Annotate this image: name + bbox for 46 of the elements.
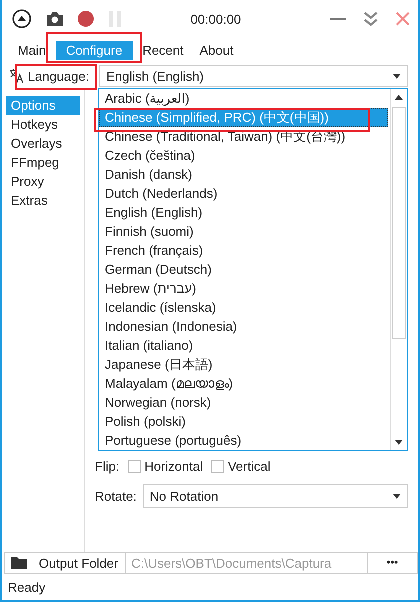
scroll-thumb[interactable] [392,107,406,339]
language-label: Language: [28,68,90,84]
language-option[interactable]: Norwegian (norsk) [99,393,388,412]
checkbox-label: Vertical [228,458,271,474]
caret-icon[interactable] [393,74,401,78]
tab[interactable]: Main [12,40,52,60]
sidebar-item[interactable]: Proxy [6,172,80,191]
double-chevron-icon[interactable] [364,11,378,27]
rotate-dropdown[interactable]: No Rotation [142,484,408,508]
language-option[interactable]: English (English) [99,203,388,222]
record-icon[interactable] [78,11,94,27]
tab[interactable]: About [194,40,240,60]
checkbox-label: Horizontal [144,458,204,474]
checkbox[interactable] [128,460,141,472]
language-option[interactable]: Finnish (suomi) [99,222,388,241]
scroll-down-icon[interactable] [395,440,403,444]
language-option[interactable]: Italian (italiano) [99,336,388,355]
sidebar-item[interactable]: Extras [6,191,80,210]
language-option[interactable]: German (Deutsch) [99,260,388,279]
timer: 00:00:00 [190,12,242,26]
checkbox[interactable] [211,460,224,472]
rotate-label: Rotate: [95,488,137,504]
language-option[interactable]: Czech (čeština) [99,146,388,165]
scroll-up-icon[interactable] [395,94,403,100]
language-option[interactable]: Danish (dansk) [99,165,388,184]
language-option[interactable]: Hebrew (עברית) [99,279,388,298]
sidebar-item[interactable]: FFmpeg [6,153,80,172]
language-option[interactable]: Dutch (Nederlands) [99,184,388,203]
language-option[interactable]: Polish (polski) [99,412,388,431]
sidebar-item[interactable]: Hotkeys [6,115,80,134]
tab[interactable]: Recent [136,40,190,60]
caret-icon[interactable] [393,494,401,498]
language-option[interactable]: Icelandic (íslenska) [99,298,388,317]
language-option[interactable]: Indonesian (Indonesia) [99,317,388,336]
language-dropdown[interactable]: English (English) [99,65,408,87]
flip-label: Flip: [95,458,120,474]
status-text: Ready [8,580,46,594]
camera-icon[interactable] [46,11,64,27]
language-option[interactable]: Japanese (日本語) [99,355,388,374]
collapse-icon[interactable] [12,9,32,29]
language-option[interactable]: Portuguese (português) [99,431,388,450]
language-option[interactable]: Arabic (العربية) [99,89,388,108]
language-option[interactable]: Malayalam (മലയാളം) [99,374,388,393]
sidebar-item[interactable]: Overlays [6,134,80,153]
translate-icon [10,69,24,83]
language-option[interactable]: French (français) [99,241,388,260]
